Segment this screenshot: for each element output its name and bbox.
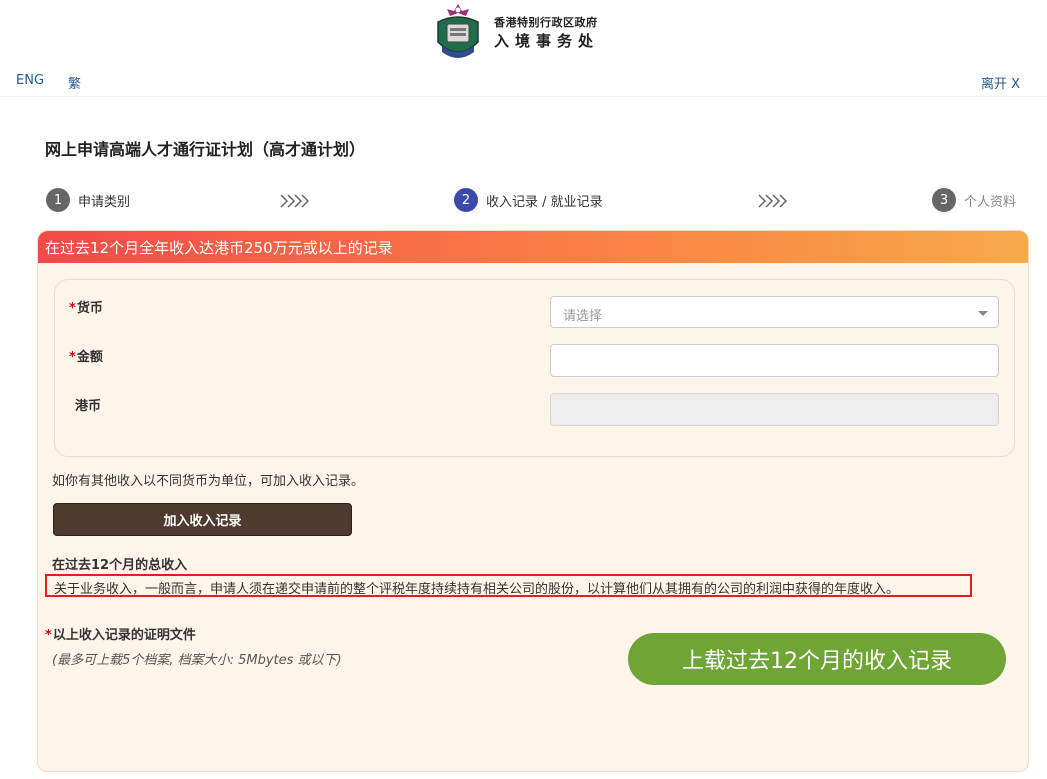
upload-limit-note: (最多可上载5个档案, 档案大小: 5Mbytes 或以下)	[52, 653, 342, 668]
step-3-number: 3	[932, 188, 956, 212]
required-mark: *	[69, 301, 76, 316]
required-mark: *	[69, 350, 76, 365]
step-3-label: 个人资料	[964, 194, 1017, 210]
required-mark: *	[45, 628, 52, 643]
site-header: 香港特别行政区政府 入境事务处 ENG 繁 离开 X	[0, 0, 1047, 97]
hkd-value-field	[550, 393, 999, 426]
amount-label: *金额	[69, 350, 103, 365]
total-income-label: 在过去12个月的总收入	[52, 558, 188, 573]
step-1: 1 申请类别	[46, 188, 130, 212]
step-3: 3 个人资料	[932, 188, 1016, 212]
amount-input[interactable]	[550, 344, 999, 377]
section-banner-title: 在过去12个月全年收入达港币250万元或以上的记录	[45, 239, 393, 257]
upload-income-records-button[interactable]: 上载过去12个月的收入记录	[628, 633, 1006, 685]
income-record-panel: 在过去12个月全年收入达港币250万元或以上的记录 *货币 请选择 *金额 港币…	[37, 230, 1029, 772]
step-2: 2 收入记录 / 就业记录	[454, 188, 603, 212]
proof-documents-label: *以上收入记录的证明文件	[45, 628, 196, 643]
step-1-label: 申请类别	[78, 194, 131, 210]
business-income-notice: 关于业务收入，一般而言，申请人须在递交申请前的整个评税年度持续持有相关公司的股份…	[45, 574, 972, 597]
immd-emblem-icon	[437, 4, 479, 58]
lang-eng-link[interactable]: ENG	[16, 73, 44, 88]
org-name-line2: 入境事务处	[494, 32, 600, 50]
step-arrow-icon	[280, 194, 310, 208]
immd-logo: 香港特别行政区政府 入境事务处	[432, 2, 599, 64]
step-2-label: 收入记录 / 就业记录	[486, 194, 603, 210]
step-arrow-icon	[758, 194, 788, 208]
step-2-number: 2	[454, 188, 478, 212]
income-entry-card: *货币 请选择 *金额 港币	[54, 279, 1015, 457]
exit-link[interactable]: 离开 X	[981, 73, 1020, 92]
add-income-record-button[interactable]: 加入收入记录	[53, 503, 352, 536]
currency-label: *货币	[69, 301, 103, 316]
org-name-line1: 香港特别行政区政府	[494, 16, 598, 29]
currency-select-placeholder: 请选择	[563, 309, 603, 324]
step-1-number: 1	[46, 188, 70, 212]
page-title: 网上申请高端人才通行证计划（高才通计划）	[45, 140, 366, 159]
chevron-down-icon	[978, 311, 988, 316]
add-record-hint: 如你有其他收入以不同货币为单位，可加入收入记录。	[52, 474, 365, 489]
lang-tc-link[interactable]: 繁	[68, 73, 81, 92]
step-progress: 1 申请类别 2 收入记录 / 就业记录 3 个人资料	[0, 188, 1047, 216]
hkd-label: 港币	[75, 399, 102, 414]
currency-select[interactable]: 请选择	[550, 296, 999, 328]
section-banner: 在过去12个月全年收入达港币250万元或以上的记录	[38, 231, 1028, 263]
